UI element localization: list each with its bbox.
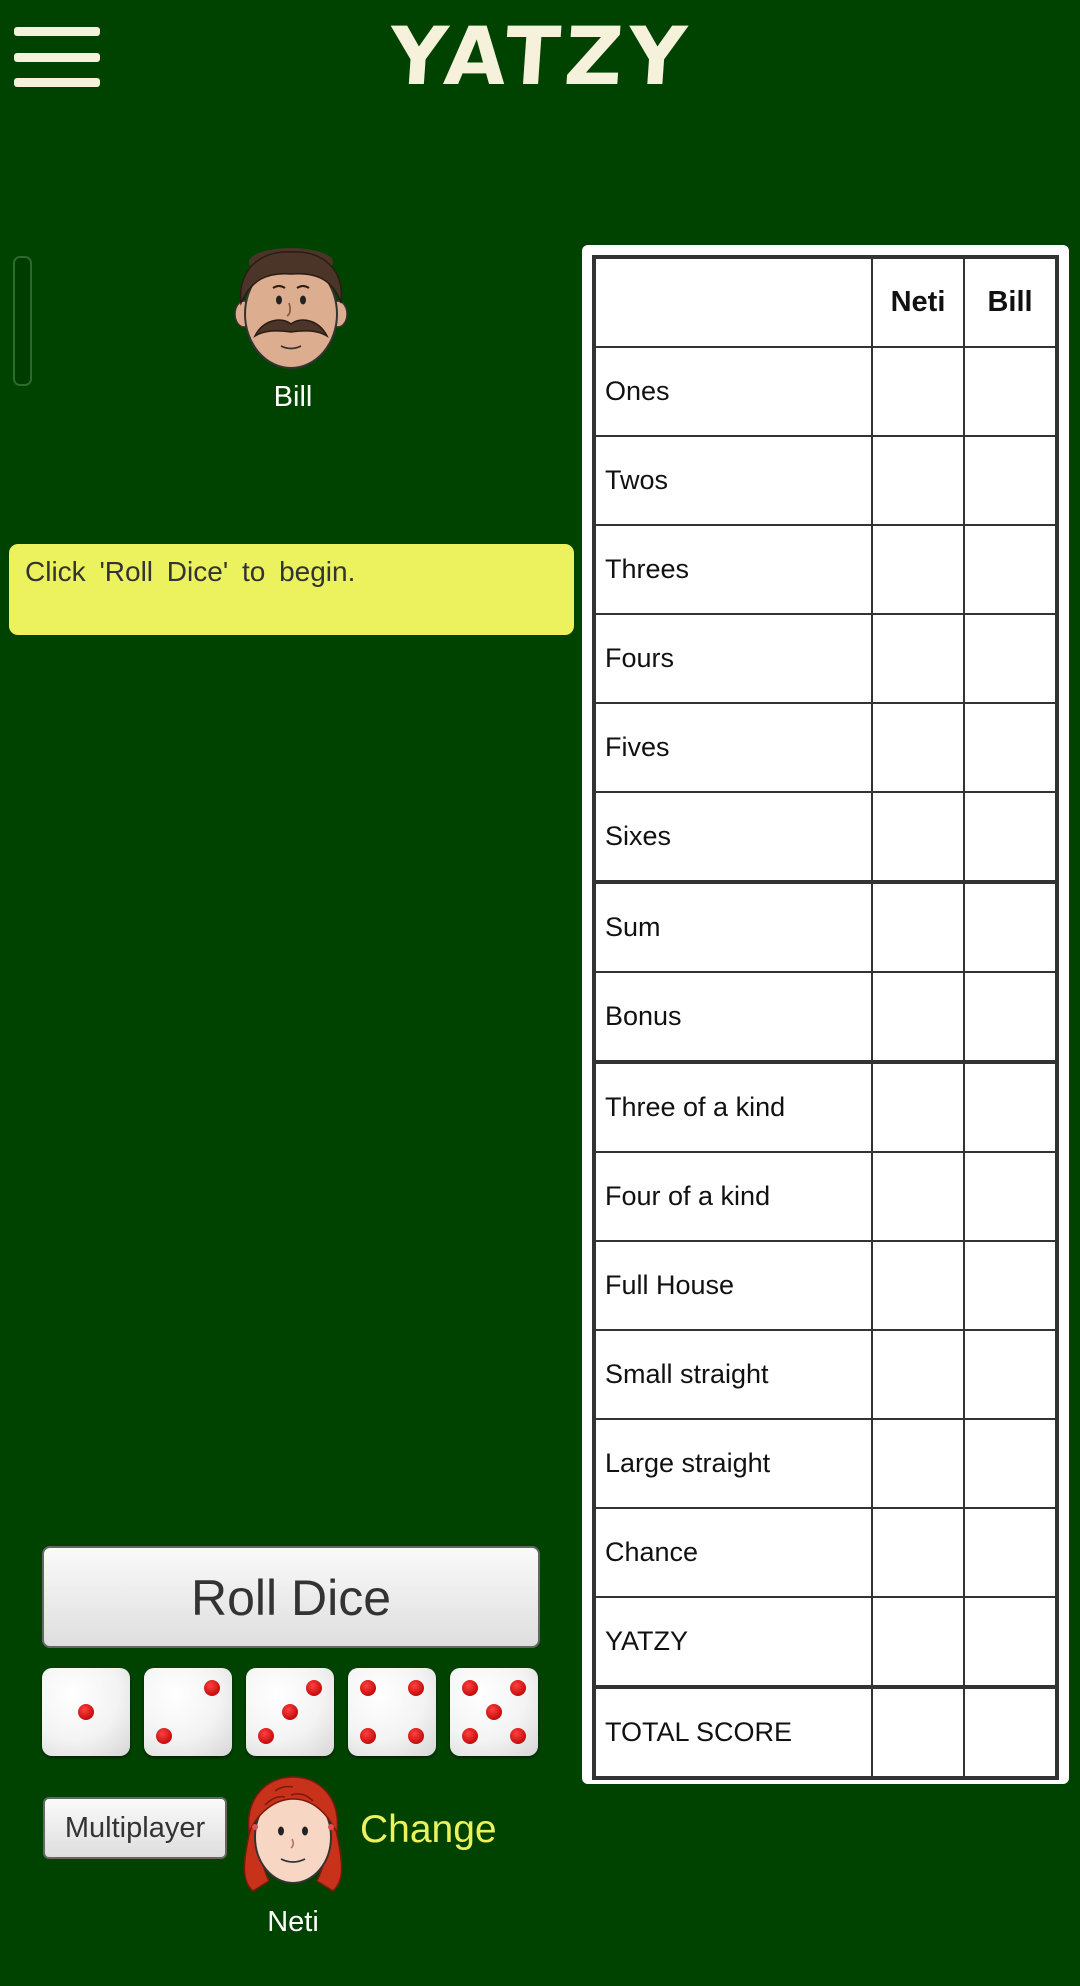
hamburger-menu-icon[interactable] xyxy=(14,27,100,89)
score-row: Ones xyxy=(593,346,1058,437)
score-category-label: Chance xyxy=(593,1507,873,1598)
die-3[interactable] xyxy=(246,1668,334,1756)
score-category-label: TOTAL SCORE xyxy=(593,1685,873,1779)
mustache-man-avatar xyxy=(234,248,348,369)
game-screen: YATZY Bill Click 'Roll Dice' to begin. R… xyxy=(0,0,1080,1986)
score-cell-neti[interactable] xyxy=(871,1240,965,1331)
score-category-label: Fives xyxy=(593,702,873,793)
score-category-label: Sixes xyxy=(593,791,873,883)
score-cell-bill[interactable] xyxy=(963,1060,1058,1153)
score-cell-bill[interactable] xyxy=(963,1685,1058,1779)
score-cell-bill[interactable] xyxy=(963,702,1058,793)
score-row: Full House xyxy=(593,1240,1058,1331)
score-row: Twos xyxy=(593,435,1058,526)
score-cell-neti[interactable] xyxy=(871,613,965,704)
score-cell-bill[interactable] xyxy=(963,613,1058,704)
score-card: Neti Bill Ones Twos Threes Fours Fives Sixes Sum… xyxy=(582,245,1069,1784)
score-row: Small straight xyxy=(593,1329,1058,1420)
score-table: Neti Bill Ones Twos Threes Fours Fives Sixes Sum… xyxy=(592,255,1059,1780)
change-player-link[interactable]: Change xyxy=(360,1808,497,1852)
score-category-label: Four of a kind xyxy=(593,1151,873,1242)
score-row: Large straight xyxy=(593,1418,1058,1509)
score-cell-neti[interactable] xyxy=(871,1151,965,1242)
score-row: Fours xyxy=(593,613,1058,704)
score-category-label: Sum xyxy=(593,880,873,973)
score-header-blank xyxy=(593,256,873,348)
score-cell-neti[interactable] xyxy=(871,435,965,526)
score-row: Chance xyxy=(593,1507,1058,1598)
red-haired-girl-avatar[interactable] xyxy=(235,1775,351,1895)
score-cell-bill[interactable] xyxy=(963,1507,1058,1598)
score-cell-neti[interactable] xyxy=(871,1329,965,1420)
score-category-label: Threes xyxy=(593,524,873,615)
score-cell-bill[interactable] xyxy=(963,880,1058,973)
score-cell-bill[interactable] xyxy=(963,435,1058,526)
score-cell-neti[interactable] xyxy=(871,346,965,437)
multiplayer-button[interactable]: Multiplayer xyxy=(43,1797,227,1859)
die-1[interactable] xyxy=(42,1668,130,1756)
score-row: TOTAL SCORE xyxy=(593,1685,1058,1779)
score-cell-neti[interactable] xyxy=(871,880,965,973)
score-row: Threes xyxy=(593,524,1058,615)
opponent-name: Bill xyxy=(273,381,313,413)
side-panel-handle[interactable] xyxy=(13,256,32,386)
score-cell-bill[interactable] xyxy=(963,1329,1058,1420)
score-cell-neti[interactable] xyxy=(871,1596,965,1688)
status-message: Click 'Roll Dice' to begin. xyxy=(9,544,574,635)
score-cell-neti[interactable] xyxy=(871,524,965,615)
score-cell-bill[interactable] xyxy=(963,791,1058,883)
score-cell-neti[interactable] xyxy=(871,1507,965,1598)
score-cell-bill[interactable] xyxy=(963,1151,1058,1242)
score-row: Four of a kind xyxy=(593,1151,1058,1242)
score-category-label: Full House xyxy=(593,1240,873,1331)
score-category-label: Three of a kind xyxy=(593,1060,873,1153)
score-cell-bill[interactable] xyxy=(963,1240,1058,1331)
die-2[interactable] xyxy=(144,1668,232,1756)
score-category-label: Twos xyxy=(593,435,873,526)
score-cell-bill[interactable] xyxy=(963,1418,1058,1509)
score-category-label: Small straight xyxy=(593,1329,873,1420)
die-5[interactable] xyxy=(450,1668,538,1756)
score-row: Sixes xyxy=(593,791,1058,883)
score-category-label: YATZY xyxy=(593,1596,873,1688)
score-category-label: Bonus xyxy=(593,971,873,1063)
score-cell-neti[interactable] xyxy=(871,1060,965,1153)
score-cell-neti[interactable] xyxy=(871,702,965,793)
score-cell-neti[interactable] xyxy=(871,1418,965,1509)
die-4[interactable] xyxy=(348,1668,436,1756)
score-cell-bill[interactable] xyxy=(963,971,1058,1063)
score-cell-neti[interactable] xyxy=(871,1685,965,1779)
score-row: Three of a kind xyxy=(593,1060,1058,1153)
score-row: Sum xyxy=(593,880,1058,973)
score-category-label: Ones xyxy=(593,346,873,437)
score-category-label: Fours xyxy=(593,613,873,704)
score-row: Bonus xyxy=(593,971,1058,1063)
score-cell-bill[interactable] xyxy=(963,346,1058,437)
score-column-header-bill: Bill xyxy=(963,256,1058,348)
player-name: Neti xyxy=(267,1906,319,1938)
score-category-label: Large straight xyxy=(593,1418,873,1509)
app-title: YATZY xyxy=(385,10,694,103)
score-cell-neti[interactable] xyxy=(871,971,965,1063)
score-cell-bill[interactable] xyxy=(963,1596,1058,1688)
score-row: Fives xyxy=(593,702,1058,793)
score-cell-bill[interactable] xyxy=(963,524,1058,615)
score-cell-neti[interactable] xyxy=(871,791,965,883)
score-column-header-neti: Neti xyxy=(871,256,965,348)
score-header-row: Neti Bill xyxy=(593,256,1058,348)
score-row: YATZY xyxy=(593,1596,1058,1688)
roll-dice-button[interactable]: Roll Dice xyxy=(42,1546,540,1648)
